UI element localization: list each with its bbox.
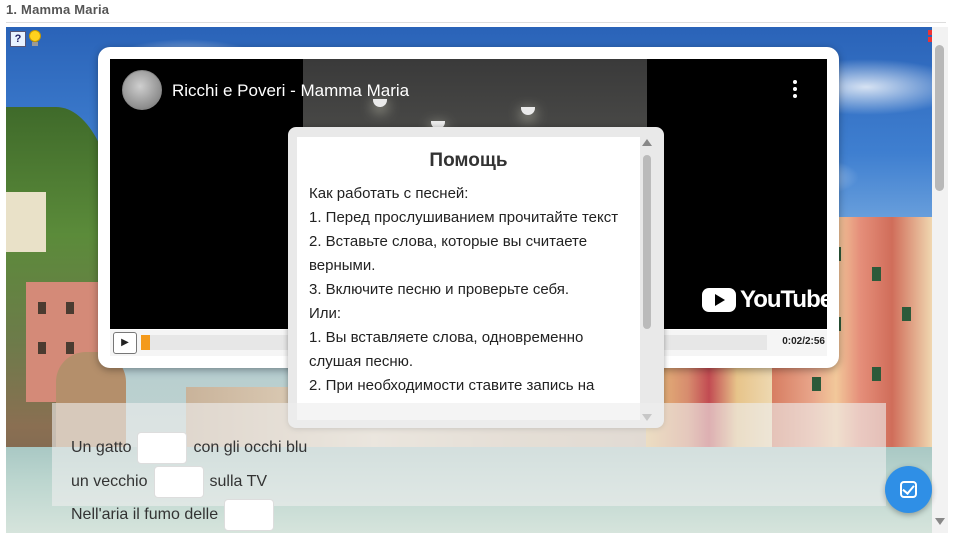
lyric-text: Un gatto bbox=[71, 439, 132, 456]
check-answers-icon bbox=[900, 481, 917, 498]
help-line: 2. Вставьте слова, которые вы считаете в… bbox=[309, 233, 588, 274]
channel-avatar[interactable] bbox=[122, 70, 162, 110]
youtube-wordmark: YouTube bbox=[740, 286, 827, 313]
lyric-text: con gli occhi blu bbox=[193, 439, 308, 456]
check-answers-button[interactable] bbox=[885, 466, 932, 513]
lyric-text: sulla TV bbox=[209, 473, 268, 490]
background-house bbox=[6, 192, 46, 252]
page-scroll-thumb[interactable] bbox=[935, 45, 944, 191]
help-line: 3. Включите песню и проверьте себя. bbox=[309, 281, 570, 298]
lyric-line: Un gatto con gli occhi blu bbox=[71, 432, 307, 464]
lyric-line: un vecchio sulla TV bbox=[71, 466, 267, 498]
help-line: Или: bbox=[309, 305, 342, 322]
more-options-icon[interactable] bbox=[793, 80, 797, 98]
time-display: 0:02/2:56 bbox=[782, 336, 825, 347]
scroll-up-icon[interactable] bbox=[642, 139, 652, 146]
lyric-text: un vecchio bbox=[71, 473, 148, 490]
title-divider bbox=[6, 22, 946, 23]
video-title[interactable]: Ricchi e Poveri - Mamma Maria bbox=[172, 81, 409, 101]
page-scrollbar[interactable] bbox=[932, 27, 948, 533]
scroll-thumb[interactable] bbox=[643, 155, 651, 329]
help-content[interactable]: Помощь Как работать с песней: 1. Перед п… bbox=[297, 137, 640, 420]
help-line: Как работать с песней: bbox=[309, 185, 469, 202]
word-blank-input[interactable] bbox=[224, 499, 275, 531]
scroll-down-icon[interactable] bbox=[935, 518, 945, 525]
help-scrollbar[interactable] bbox=[642, 139, 652, 421]
youtube-logo[interactable]: YouTube bbox=[702, 286, 827, 314]
word-blank-input[interactable] bbox=[153, 466, 204, 498]
play-button[interactable]: ▶ bbox=[113, 332, 137, 354]
lyric-line: Nell'aria il fumo delle bbox=[71, 499, 275, 531]
lyrics-panel: Un gatto con gli occhi blu un vecchio su… bbox=[52, 403, 886, 531]
lightbulb-icon[interactable] bbox=[29, 30, 41, 46]
youtube-play-icon bbox=[702, 288, 736, 312]
help-dialog: Помощь Как работать с песней: 1. Перед п… bbox=[288, 127, 664, 428]
help-line: 2. При необходимости ставите запись на bbox=[309, 377, 595, 394]
word-blank-input[interactable] bbox=[137, 432, 188, 464]
help-line: 1. Вы вставляете слова, одновременно слу… bbox=[309, 329, 584, 370]
help-line: 1. Перед прослушиванием прочитайте текст bbox=[309, 209, 619, 226]
progress-fill bbox=[141, 335, 150, 350]
help-text: Как работать с песней: 1. Перед прослуши… bbox=[297, 182, 640, 398]
help-question-icon[interactable]: ? bbox=[10, 31, 26, 47]
lyric-text: Nell'aria il fumo delle bbox=[71, 506, 219, 523]
page-title: 1. Mamma Maria bbox=[6, 2, 110, 17]
help-title: Помощь bbox=[429, 150, 508, 171]
